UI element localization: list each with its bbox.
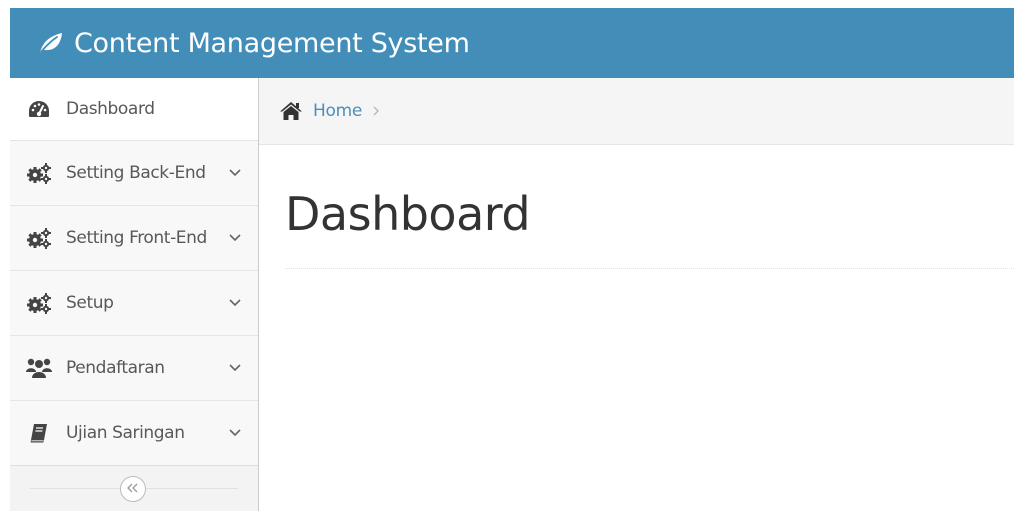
- sidebar-item-ujian-saringan[interactable]: Ujian Saringan: [10, 401, 258, 466]
- sidebar: Dashboard Setting Back-End Setting Front…: [10, 78, 259, 511]
- cogs-icon: [24, 226, 54, 250]
- cogs-icon: [24, 291, 54, 315]
- home-icon: [279, 100, 303, 122]
- sidebar-collapse-button[interactable]: [120, 476, 146, 502]
- breadcrumb-home-link[interactable]: Home: [313, 101, 362, 121]
- sidebar-item-label: Setting Front-End: [66, 228, 207, 248]
- page-title: Dashboard: [285, 187, 531, 241]
- chevron-right-icon: [372, 105, 380, 117]
- leaf-icon: [36, 30, 66, 56]
- users-icon: [24, 356, 54, 380]
- sidebar-item-label: Pendaftaran: [66, 358, 165, 378]
- cogs-icon: [24, 161, 54, 185]
- sidebar-item-label: Dashboard: [66, 99, 155, 119]
- chevron-down-icon: [228, 233, 242, 243]
- sidebar-item-label: Setup: [66, 293, 114, 313]
- chevron-down-icon: [228, 363, 242, 373]
- top-navbar: Content Management System: [10, 8, 1014, 78]
- sidebar-item-label: Ujian Saringan: [66, 423, 185, 443]
- sidebar-collapse-bar: [10, 465, 258, 511]
- chevron-down-icon: [228, 168, 242, 178]
- sidebar-item-setting-front-end[interactable]: Setting Front-End: [10, 206, 258, 271]
- brand-title: Content Management System: [74, 27, 470, 59]
- sidebar-item-dashboard[interactable]: Dashboard: [10, 78, 258, 141]
- sidebar-item-label: Setting Back-End: [66, 163, 206, 183]
- sidebar-item-setup[interactable]: Setup: [10, 271, 258, 336]
- tachometer-icon: [24, 97, 54, 121]
- double-angle-left-icon: [127, 483, 139, 496]
- book-icon: [24, 421, 54, 445]
- sidebar-item-setting-back-end[interactable]: Setting Back-End: [10, 141, 258, 206]
- main-content: Home Dashboard: [259, 78, 1014, 511]
- chevron-down-icon: [228, 428, 242, 438]
- sidebar-item-pendaftaran[interactable]: Pendaftaran: [10, 336, 258, 401]
- chevron-down-icon: [228, 298, 242, 308]
- brand[interactable]: Content Management System: [36, 30, 470, 57]
- breadcrumb: Home: [259, 78, 1014, 145]
- page-header: Dashboard: [285, 178, 1014, 269]
- app-window: Content Management System Dashboard Sett…: [10, 8, 1014, 511]
